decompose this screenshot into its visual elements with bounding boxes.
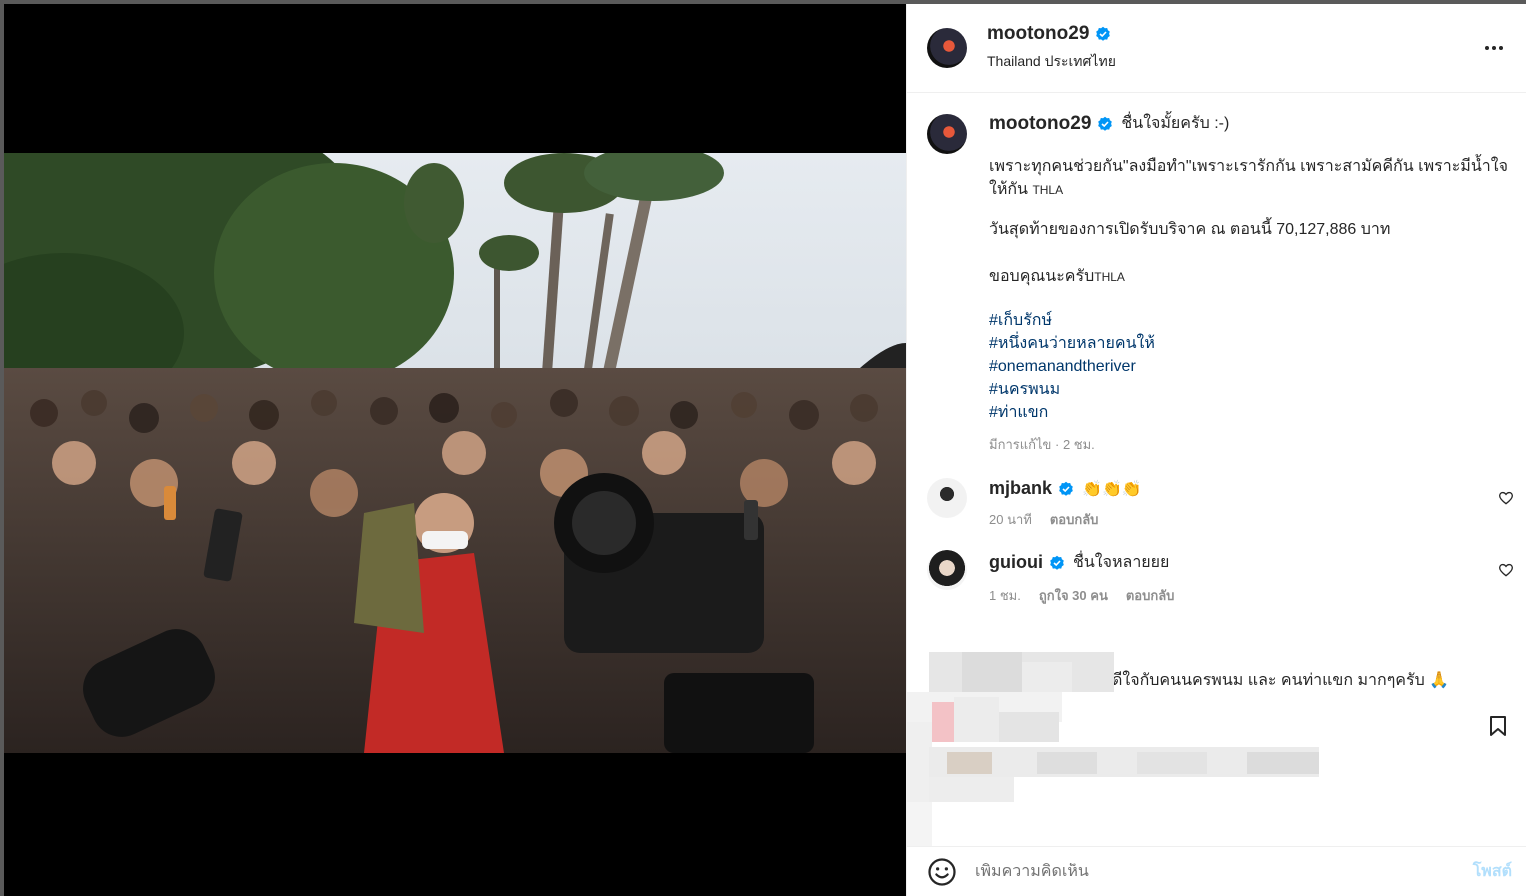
caption-paragraph-1-tag: THLA <box>1032 183 1064 197</box>
hashtag-link[interactable]: #เก็บรักษ์ <box>989 309 1510 332</box>
comment-time[interactable]: 20 นาที <box>989 509 1032 530</box>
author-username-row: mootono29 <box>987 23 1111 45</box>
caption-paragraph-1: เพราะทุกคนช่วยกัน"ลงมือทำ"เพราะเรารักกัน… <box>989 155 1510 202</box>
verified-badge-icon <box>1096 26 1111 41</box>
heart-icon[interactable] <box>1498 562 1514 578</box>
caption-title: ชื่นใจมั้ยครับ :-) <box>1121 115 1230 132</box>
reply-button[interactable]: ตอบกลับ <box>1126 585 1175 606</box>
post-side-panel: mootono29 Thailand ประเทศไทย mootono29 ช… <box>906 4 1526 896</box>
comments-section: mootono29 ชื่นใจมั้ยครับ :-) เพราะทุกคนช… <box>907 94 1526 694</box>
comment-username-row: mjbank <box>989 478 1074 499</box>
post-photo-graphic <box>4 153 906 753</box>
comment-avatar[interactable] <box>927 478 967 518</box>
verified-badge-icon <box>1059 481 1073 496</box>
post-caption: mootono29 ชื่นใจมั้ยครับ :-) เพราะทุกคนช… <box>907 94 1526 456</box>
partial-comment-text: ดีใจกับคนนครพนม และ คนท่าแขก มากๆครับ 🙏 <box>1112 672 1450 689</box>
comment-input[interactable] <box>975 862 1473 881</box>
comment-time[interactable]: 1 ชม. <box>989 585 1021 606</box>
caption-avatar[interactable] <box>927 114 967 154</box>
comment-composer: โพสต์ <box>907 846 1526 896</box>
author-avatar[interactable] <box>927 28 967 68</box>
caption-username-row: mootono29 <box>989 112 1113 135</box>
reply-button[interactable]: ตอบกลับ <box>1050 509 1099 530</box>
verified-badge-icon <box>1050 555 1064 570</box>
comment-item: guioui ชื่นใจหลายยย 1 ชม. ถูกใจ 30 คน ตอ… <box>907 550 1526 606</box>
hashtag-link[interactable]: #onemanandtheriver <box>989 355 1510 378</box>
verified-badge-icon <box>1098 116 1113 131</box>
comment-username[interactable]: mjbank <box>989 478 1052 499</box>
comment-username[interactable]: guioui <box>989 552 1043 573</box>
post-photo[interactable] <box>4 153 906 753</box>
comment-item: mjbank 👏👏👏 20 นาที ตอบกลับ <box>907 478 1526 530</box>
hashtag-link[interactable]: #ท่าแขก <box>989 401 1510 424</box>
media-viewer <box>4 4 906 896</box>
hashtag-link[interactable]: #นครพนม <box>989 378 1510 401</box>
post-meta: มีการแก้ไข · 2 ชม. <box>989 437 1095 452</box>
comment-avatar[interactable] <box>927 550 967 590</box>
comment-text: ชื่นใจหลายยย <box>1072 554 1170 571</box>
hashtag-link[interactable]: #หนึ่งคนว่ายหลายคนให้ <box>989 332 1510 355</box>
post-modal: mootono29 Thailand ประเทศไทย mootono29 ช… <box>4 4 1526 896</box>
more-options-icon[interactable] <box>1478 32 1510 64</box>
post-header: mootono29 Thailand ประเทศไทย <box>907 4 1526 93</box>
caption-paragraph-3-text: ขอบคุณนะครับ <box>989 268 1095 285</box>
bookmark-icon[interactable] <box>1486 714 1510 738</box>
caption-paragraph-2: วันสุดท้ายของการเปิดรับบริจาค ณ ตอนนี้ 7… <box>989 221 1391 238</box>
comment-likes[interactable]: ถูกใจ 30 คน <box>1039 585 1108 606</box>
comment-username-row: guioui <box>989 552 1065 573</box>
author-username[interactable]: mootono29 <box>987 23 1089 45</box>
caption-username[interactable]: mootono29 <box>989 112 1091 135</box>
post-location[interactable]: Thailand ประเทศไทย <box>987 51 1478 73</box>
comment-text: 👏👏👏 <box>1082 480 1142 498</box>
emoji-icon[interactable] <box>927 857 957 887</box>
heart-icon[interactable] <box>1498 490 1514 506</box>
caption-paragraph-1-text: เพราะทุกคนช่วยกัน"ลงมือทำ"เพราะเรารักกัน… <box>989 158 1508 198</box>
hashtag-list: #เก็บรักษ์ #หนึ่งคนว่ายหลายคนให้ #oneman… <box>989 309 1510 424</box>
post-comment-button[interactable]: โพสต์ <box>1473 859 1512 884</box>
caption-paragraph-3: ขอบคุณนะครับTHLA <box>989 265 1510 289</box>
caption-paragraph-3-tag: THLA <box>1094 270 1125 284</box>
